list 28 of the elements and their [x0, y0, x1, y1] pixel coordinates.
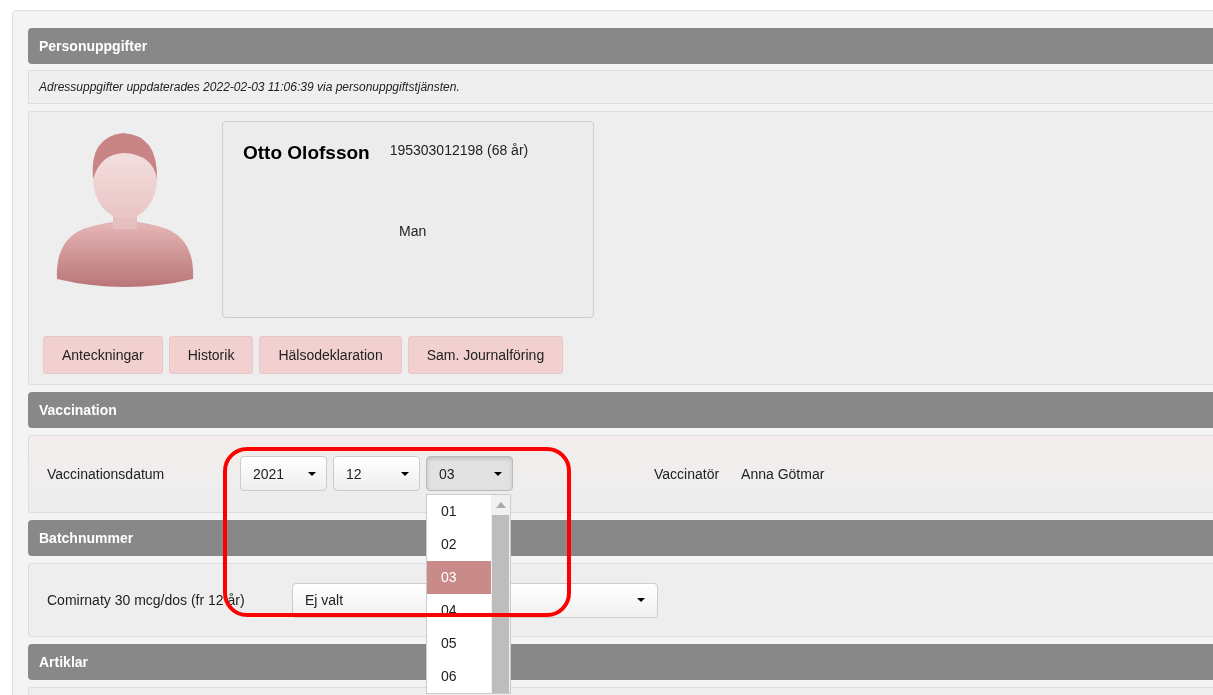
action-button[interactable]: Historik: [168, 336, 254, 374]
field-label: Vaccinationsdatum: [47, 465, 166, 482]
field-label: Vaccinatör: [654, 465, 720, 482]
action-button[interactable]: Anteckningar: [43, 336, 163, 374]
dropdown-option[interactable]: 05: [427, 627, 491, 661]
scrollbar[interactable]: [491, 495, 510, 694]
field-label: Comirnaty 30 mcg/dos (fr 12 år): [47, 592, 246, 609]
caret-icon: [637, 598, 645, 603]
date-select[interactable]: 03: [426, 456, 513, 492]
scroll-up-icon[interactable]: [495, 502, 506, 509]
dropdown-option[interactable]: 06: [427, 660, 491, 694]
dropdown-option[interactable]: 01: [427, 495, 491, 529]
caret-icon: [308, 471, 316, 476]
gender-text: Man: [399, 223, 428, 239]
caret-icon: [401, 471, 409, 476]
personal-number: 195303012198 (68 år): [389, 142, 529, 158]
caret-icon: [494, 471, 502, 476]
vaccinator-name: Anna Götmar: [741, 465, 825, 482]
action-button[interactable]: Hälsodeklaration: [259, 336, 402, 374]
date-select[interactable]: 12: [333, 456, 420, 492]
dropdown-option[interactable]: 02: [427, 528, 491, 562]
date-select[interactable]: 2021: [240, 456, 327, 492]
action-button[interactable]: Sam. Journalföring: [407, 336, 564, 374]
scroll-thumb[interactable]: [492, 515, 509, 694]
section-header: Personuppgifter: [28, 28, 1213, 64]
section-header: Vaccination: [28, 391, 1213, 428]
patient-name: Otto Olofsson: [243, 142, 370, 164]
update-notice: Adressuppgifter uppdaterades 2022-02-03 11:06:39 via personuppgiftstjänsten.: [28, 70, 1213, 104]
